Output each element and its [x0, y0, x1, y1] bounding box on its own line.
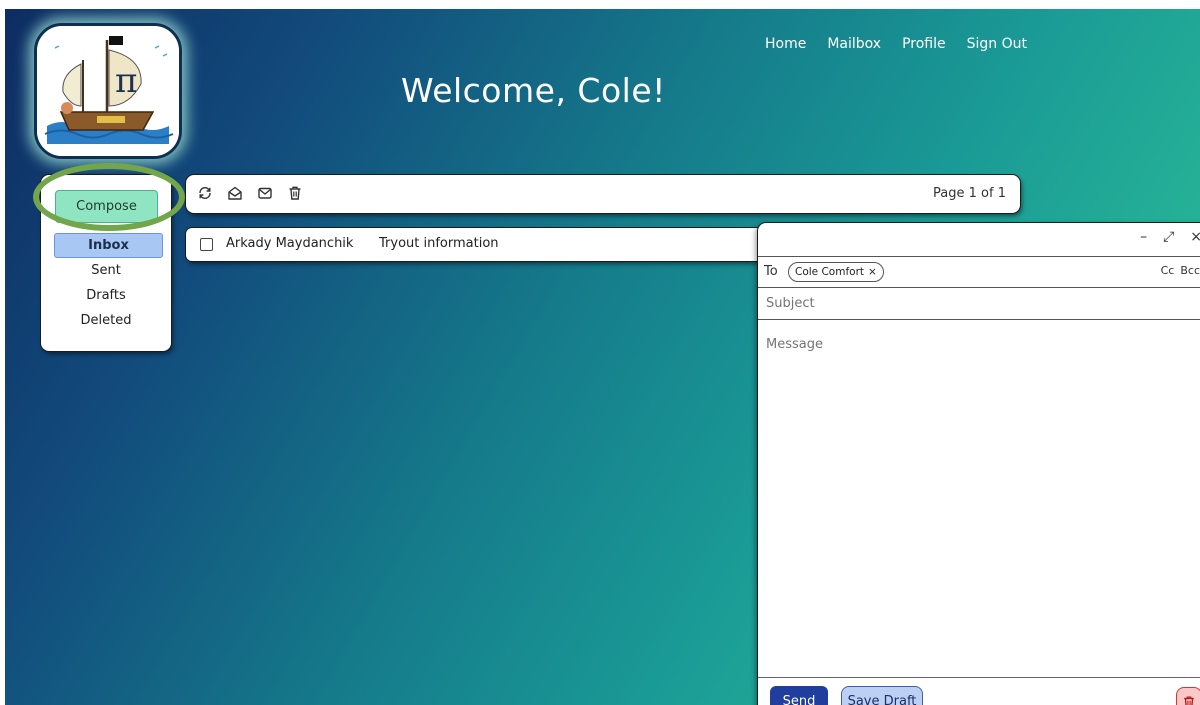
svg-text:π: π [115, 61, 137, 101]
message-row[interactable]: Arkady Maydanchik Tryout information [186, 228, 796, 261]
message-textarea[interactable] [764, 335, 1198, 659]
compose-button[interactable]: Compose [55, 190, 158, 223]
message-sender: Arkady Maydanchik [226, 236, 354, 251]
folder-sent[interactable]: Sent [41, 258, 171, 283]
page-indicator: Page 1 of 1 [933, 186, 1006, 201]
compose-window: – ⤢ × To Cole Comfort × Cc Bcc Send Save… [758, 223, 1200, 705]
cc-link[interactable]: Cc [1161, 264, 1175, 277]
minimize-icon[interactable]: – [1140, 229, 1147, 245]
expand-icon[interactable]: ⤢ [1163, 229, 1174, 245]
mark-unread-icon[interactable] [257, 185, 273, 201]
nav-profile-link[interactable]: Profile [902, 36, 946, 52]
top-nav: Home Mailbox Profile Sign Out [765, 36, 1027, 52]
subject-input[interactable] [764, 287, 1198, 319]
message-subject: Tryout information [379, 236, 499, 251]
compose-window-controls: – ⤢ × [1140, 229, 1200, 245]
recipient-row: To Cole Comfort × Cc Bcc [758, 256, 1200, 288]
save-draft-button[interactable]: Save Draft [841, 686, 923, 705]
nav-home-link[interactable]: Home [765, 36, 806, 52]
nav-mailbox-link[interactable]: Mailbox [827, 36, 881, 52]
send-button[interactable]: Send [770, 686, 828, 705]
to-label: To [764, 264, 778, 279]
nav-sign-out-link[interactable]: Sign Out [967, 36, 1027, 52]
recipient-name: Cole Comfort [795, 266, 865, 278]
logo-ship-icon: π [37, 26, 179, 156]
compose-footer-divider [758, 677, 1200, 678]
folder-list: Inbox Sent Drafts Deleted [41, 233, 171, 333]
folder-deleted[interactable]: Deleted [41, 308, 171, 333]
folder-drafts[interactable]: Drafts [41, 283, 171, 308]
folder-sidebar: Compose Inbox Sent Drafts Deleted [33, 163, 185, 351]
toolbar-actions [197, 185, 303, 201]
page-background: π Welcome, Cole! Home Mailbox Profile Si… [5, 9, 1200, 705]
cc-bcc-links: Cc Bcc [1161, 264, 1200, 277]
trash-icon [1184, 696, 1194, 705]
bcc-link[interactable]: Bcc [1180, 264, 1200, 277]
discard-draft-button[interactable] [1176, 687, 1200, 705]
close-icon[interactable]: × [1190, 229, 1200, 245]
refresh-icon[interactable] [197, 185, 213, 201]
remove-recipient-icon[interactable]: × [868, 266, 877, 278]
message-checkbox[interactable] [200, 238, 213, 251]
recipient-chip[interactable]: Cole Comfort × [788, 262, 884, 282]
subject-divider [758, 319, 1200, 320]
mail-toolbar: Page 1 of 1 [186, 175, 1020, 213]
mark-read-icon[interactable] [227, 185, 243, 201]
pirate-ship-logo[interactable]: π [34, 23, 182, 159]
trash-icon[interactable] [287, 185, 303, 201]
welcome-heading: Welcome, Cole! [401, 71, 666, 110]
folder-inbox[interactable]: Inbox [54, 233, 163, 258]
